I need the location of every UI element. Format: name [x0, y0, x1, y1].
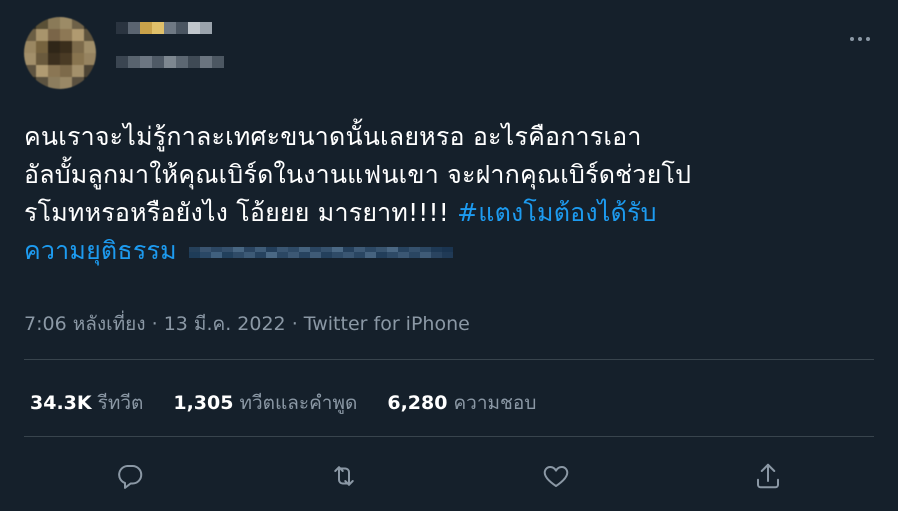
action-bar — [0, 458, 898, 494]
reply-button[interactable] — [112, 458, 148, 494]
heart-icon — [543, 466, 569, 487]
avatar[interactable] — [24, 17, 96, 89]
meta-separator: · — [285, 313, 304, 335]
username-redacted[interactable] — [116, 56, 224, 68]
reply-icon — [118, 465, 143, 489]
like-button[interactable] — [538, 458, 574, 494]
more-horizontal-icon[interactable] — [846, 34, 874, 44]
retweets-label: รีทวีต — [97, 392, 144, 414]
tweet-line-2: อัลบั้มลูกมาให้คุณเบิร์ดในงานแฟนเขา จะฝา… — [24, 160, 692, 189]
hashtag-part-1[interactable]: #แตงโมต้องได้รับ — [457, 198, 657, 227]
retweet-icon — [334, 466, 354, 486]
meta-separator: · — [145, 313, 164, 335]
display-name-redacted[interactable] — [116, 22, 212, 34]
link-redacted[interactable] — [188, 246, 453, 258]
divider — [24, 359, 874, 360]
tweet-line-1: คนเราจะไม่รู้กาละเทศะขนาดนั้นเลยหรอ อะไร… — [24, 122, 642, 151]
quotes-count: 1,305 — [173, 392, 234, 414]
divider — [24, 436, 874, 437]
hashtag-part-2[interactable]: ความยุติธรรม — [24, 236, 177, 265]
retweet-button[interactable] — [326, 458, 362, 494]
likes-count: 6,280 — [387, 392, 448, 414]
tweet-meta: 7:06 หลังเที่ยง · 13 มี.ค. 2022 · Twitte… — [24, 309, 470, 339]
tweet-time[interactable]: 7:06 หลังเที่ยง — [24, 313, 146, 335]
share-button[interactable] — [750, 458, 786, 494]
tweet-line-3: รโมทหรอหรือยังไง โอ้ยยย มารยาท!!!! — [24, 198, 458, 227]
retweets-stat[interactable]: 34.3K รีทวีต — [30, 388, 143, 418]
share-icon — [757, 463, 779, 489]
quotes-label: ทวีตและคำพูด — [239, 392, 358, 414]
tweet-date[interactable]: 13 มี.ค. 2022 — [164, 313, 286, 335]
likes-stat[interactable]: 6,280 ความชอบ — [387, 388, 536, 418]
tweet-source[interactable]: Twitter for iPhone — [304, 313, 470, 335]
quotes-stat[interactable]: 1,305 ทวีตและคำพูด — [173, 388, 357, 418]
likes-label: ความชอบ — [453, 392, 537, 414]
retweets-count: 34.3K — [30, 392, 92, 414]
tweet-text: คนเราจะไม่รู้กาละเทศะขนาดนั้นเลยหรอ อะไร… — [24, 118, 854, 270]
engagement-stats: 34.3K รีทวีต 1,305 ทวีตและคำพูด 6,280 คว… — [30, 388, 566, 418]
